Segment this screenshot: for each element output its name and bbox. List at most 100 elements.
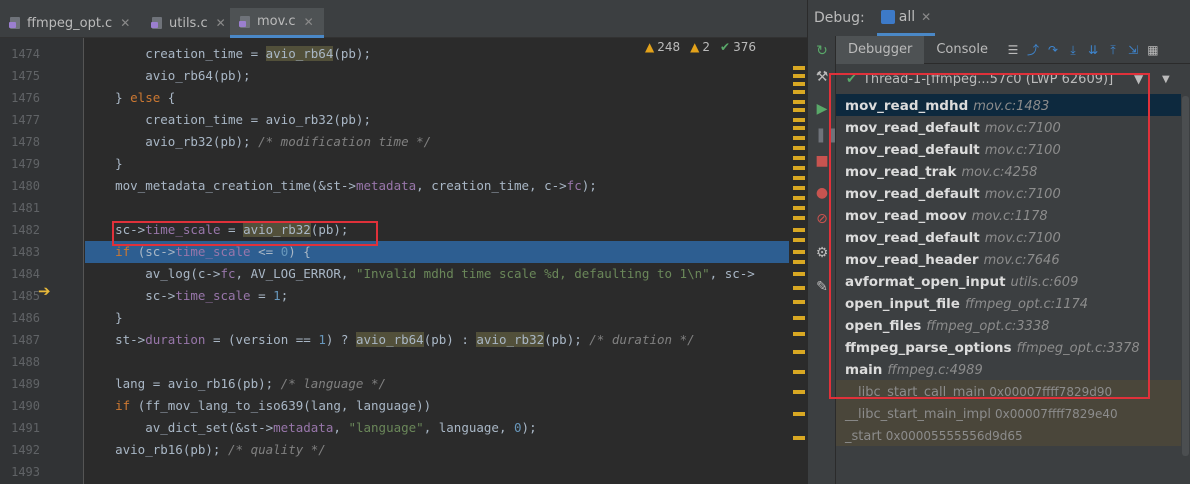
tab-mov-c[interactable]: mov.c ✕	[230, 8, 324, 38]
stripe-mark[interactable]	[793, 300, 805, 304]
code-line[interactable]	[85, 197, 789, 219]
stripe-mark[interactable]	[793, 90, 805, 94]
pin-icon[interactable]: ✎	[815, 280, 829, 294]
stripe-mark[interactable]	[793, 126, 805, 130]
close-icon[interactable]: ✕	[120, 16, 130, 30]
evaluate-expression-icon[interactable]: ▦	[1146, 43, 1160, 57]
close-icon[interactable]: ✕	[921, 10, 931, 24]
stripe-mark[interactable]	[793, 260, 805, 264]
stripe-mark[interactable]	[793, 370, 805, 374]
line-number[interactable]: 1486	[0, 311, 40, 325]
stripe-mark[interactable]	[793, 216, 805, 220]
stripe-mark[interactable]	[793, 100, 805, 104]
rerun-icon[interactable]: ↻	[815, 44, 829, 58]
line-number[interactable]: 1491	[0, 421, 40, 435]
line-number[interactable]: 1489	[0, 377, 40, 391]
stack-frame[interactable]: _start 0x00005555556d9d65	[836, 424, 1181, 446]
stop-icon[interactable]: ■	[815, 154, 829, 168]
stripe-mark[interactable]	[793, 350, 805, 354]
stripe-mark[interactable]	[793, 118, 805, 122]
line-number[interactable]: 1484	[0, 267, 40, 281]
stripe-mark[interactable]	[793, 228, 805, 232]
step-out-icon[interactable]: ⤒	[1106, 43, 1120, 57]
stripe-mark[interactable]	[793, 82, 805, 86]
scrollbar-thumb[interactable]	[1182, 96, 1189, 456]
close-icon[interactable]: ✕	[304, 15, 314, 29]
stripe-mark[interactable]	[793, 332, 805, 336]
stripe-mark[interactable]	[793, 206, 805, 210]
line-number[interactable]: 1477	[0, 113, 40, 127]
line-number[interactable]: 1483	[0, 245, 40, 259]
tab-ffmpeg-opt-c[interactable]: ffmpeg_opt.c ✕	[0, 8, 142, 38]
stripe-mark[interactable]	[793, 250, 805, 254]
line-number[interactable]: 1488	[0, 355, 40, 369]
weak-warnings-count[interactable]: ▲ 2	[690, 40, 710, 54]
stripe-mark[interactable]	[793, 272, 805, 276]
step-into-icon[interactable]: ⤓	[1066, 43, 1080, 57]
mute-breakpoints-icon[interactable]: ⊘	[815, 212, 829, 226]
stripe-mark[interactable]	[793, 156, 805, 160]
code-line[interactable]	[85, 461, 789, 483]
show-execution-point-icon[interactable]: ⤴	[1026, 43, 1040, 57]
line-number[interactable]: 1475	[0, 69, 40, 83]
inspection-widget[interactable]: ▲ 248 ▲ 2 ✔ 376	[645, 40, 756, 54]
stripe-mark[interactable]	[793, 74, 805, 78]
stripe-mark[interactable]	[793, 146, 805, 150]
settings-gear-icon[interactable]: ⚙	[815, 246, 829, 260]
wrench-icon[interactable]: ⚒	[815, 70, 829, 84]
line-number[interactable]: 1485	[0, 289, 40, 303]
stripe-mark[interactable]	[793, 176, 805, 180]
step-over-icon[interactable]: ↷	[1046, 43, 1060, 57]
pause-icon[interactable]: ❚❚	[815, 128, 838, 142]
stripe-mark[interactable]	[793, 136, 805, 140]
line-number[interactable]: 1493	[0, 465, 40, 479]
run-config-tab[interactable]: all ✕	[876, 0, 936, 36]
line-number[interactable]: 1478	[0, 135, 40, 149]
tab-utils-c[interactable]: utils.c ✕	[142, 8, 230, 38]
code-line[interactable]: av_dict_set(&st->metadata, "language", l…	[85, 417, 789, 439]
typos-count[interactable]: ✔ 376	[720, 40, 756, 54]
line-number-gutter[interactable]: ➔ 1474 1475 1476 1477 1478 1479 1480 1481 1482 14…	[0, 38, 84, 484]
stripe-mark[interactable]	[793, 108, 805, 112]
code-line[interactable]	[85, 351, 789, 373]
run-to-cursor-icon[interactable]: ⇲	[1126, 43, 1140, 57]
resume-icon[interactable]: ▶	[815, 102, 829, 116]
stripe-mark[interactable]	[793, 166, 805, 170]
stripe-mark[interactable]	[793, 412, 805, 416]
code-line[interactable]: st->duration = (version == 1) ? avio_rb6…	[85, 329, 789, 351]
code-line[interactable]: lang = avio_rb16(pb); /* language */	[85, 373, 789, 395]
stripe-mark[interactable]	[793, 436, 805, 440]
code-line[interactable]: sc->time_scale = 1;	[85, 285, 789, 307]
stripe-mark[interactable]	[793, 286, 805, 290]
code-line[interactable]: avio_rb16(pb); /* quality */	[85, 439, 789, 461]
line-number[interactable]: 1487	[0, 333, 40, 347]
stripe-mark[interactable]	[793, 390, 805, 394]
line-number[interactable]: 1482	[0, 223, 40, 237]
force-step-into-icon[interactable]: ⇊	[1086, 43, 1100, 57]
menu-lines-icon[interactable]: ☰	[1006, 43, 1020, 57]
stripe-mark[interactable]	[793, 238, 805, 242]
tab-debugger[interactable]: Debugger	[836, 35, 925, 64]
line-number[interactable]: 1492	[0, 443, 40, 457]
stripe-mark[interactable]	[793, 316, 805, 320]
code-line[interactable]: mov_metadata_creation_time(&st->metadata…	[85, 175, 789, 197]
line-number[interactable]: 1490	[0, 399, 40, 413]
code-line[interactable]: } else {	[85, 87, 789, 109]
code-area[interactable]: creation_time = avio_rb64(pb); avio_rb64…	[85, 38, 789, 484]
line-number[interactable]: 1474	[0, 47, 40, 61]
code-line[interactable]: }	[85, 307, 789, 329]
error-stripe[interactable]	[789, 60, 807, 484]
warnings-count[interactable]: ▲ 248	[645, 40, 680, 54]
code-line[interactable]: creation_time = avio_rb32(pb);	[85, 109, 789, 131]
code-line[interactable]: if (ff_mov_lang_to_iso639(lang, language…	[85, 395, 789, 417]
line-number[interactable]: 1481	[0, 201, 40, 215]
stripe-mark[interactable]	[793, 196, 805, 200]
chevron-down-icon[interactable]: ▼	[1162, 74, 1170, 85]
code-line[interactable]: avio_rb64(pb);	[85, 65, 789, 87]
code-line[interactable]: }	[85, 153, 789, 175]
line-number[interactable]: 1479	[0, 157, 40, 171]
stack-frame[interactable]: __libc_start_main_impl 0x00007ffff7829e40	[836, 402, 1181, 424]
line-number[interactable]: 1476	[0, 91, 40, 105]
code-line[interactable]: av_log(c->fc, AV_LOG_ERROR, "Invalid mdh…	[85, 263, 789, 285]
stripe-mark[interactable]	[793, 66, 805, 70]
